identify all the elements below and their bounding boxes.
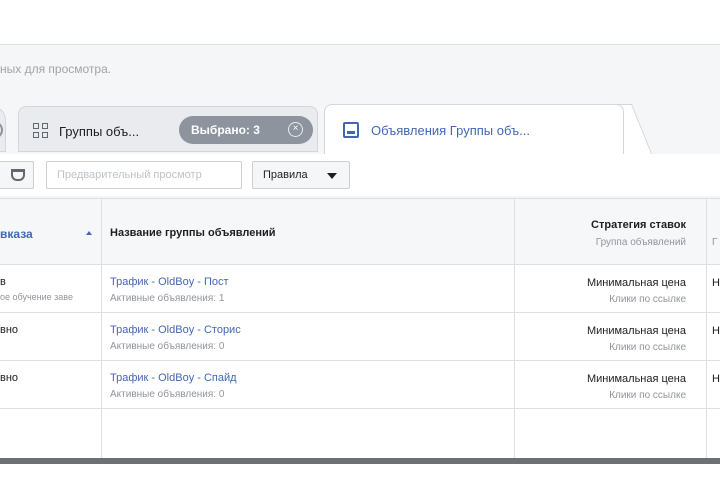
header-bid-strategy[interactable]: Стратегия ставок [591, 219, 686, 231]
table-row[interactable]: вно Трафик - OldBoy - Спайд Активные объ… [0, 361, 720, 409]
row-bid-sub: Клики по ссылке [609, 390, 686, 401]
row-next: Н [712, 373, 720, 385]
adsets-table: вказа Название группы объявлений Стратег… [0, 198, 720, 460]
header-next-sub: Г [712, 237, 718, 248]
grid-icon [33, 123, 49, 139]
filter-button[interactable] [0, 161, 34, 189]
hint-text: ных для просмотра. [0, 62, 112, 76]
row-bid-sub: Клики по ссылке [609, 294, 686, 305]
tab-ads[interactable]: Объявления Группы объ... [324, 104, 624, 154]
column-divider [101, 199, 102, 460]
circle-icon [0, 121, 3, 139]
ad-icon [343, 122, 359, 138]
rules-button-label: Правила [263, 169, 308, 181]
toolbar: Предварительный просмотр Правила [0, 154, 720, 196]
row-bid: Минимальная цена [586, 325, 686, 337]
row-bid: Минимальная цена [586, 277, 686, 289]
tab-campaigns[interactable] [0, 106, 6, 152]
preview-button[interactable]: Предварительный просмотр [46, 161, 242, 189]
row-bid-sub: Клики по ссылке [609, 342, 686, 353]
selected-badge-label: Выбрано: 3 [191, 123, 260, 137]
tab-adsets-label: Группы объ... [59, 124, 140, 139]
selected-badge[interactable]: Выбрано: 3 × [179, 116, 313, 144]
row-bid: Минимальная цена [586, 373, 686, 385]
filter-icon [11, 169, 25, 181]
tab-adsets[interactable]: Группы объ... Выбрано: 3 × [18, 106, 318, 152]
tab-ads-label: Объявления Группы объ... [371, 123, 530, 138]
caret-down-icon [327, 173, 337, 179]
table-header: вказа Название группы объявлений Стратег… [0, 199, 720, 265]
column-divider [706, 199, 707, 460]
table-row[interactable]: вно Трафик - OldBoy - Сторис Активные об… [0, 313, 720, 361]
horizontal-scrollbar[interactable] [0, 458, 720, 464]
header-bid-strategy-sub: Группа объявлений [595, 237, 686, 248]
table-row[interactable]: в ое обучение заве Трафик - OldBoy - Пос… [0, 265, 720, 313]
row-next: Н [712, 277, 720, 289]
rules-button[interactable]: Правила [252, 161, 350, 189]
level-tabs: Группы объ... Выбрано: 3 × Объявления Гр… [0, 104, 720, 154]
row-next: Н [712, 325, 720, 337]
close-icon[interactable]: × [288, 122, 303, 137]
column-divider [514, 199, 515, 460]
